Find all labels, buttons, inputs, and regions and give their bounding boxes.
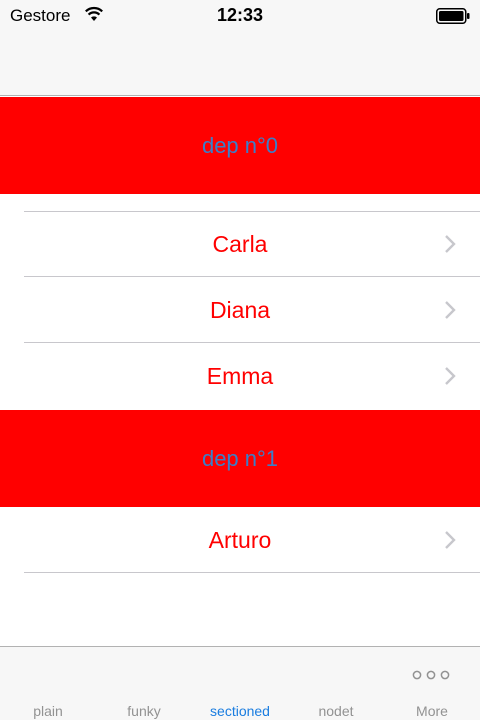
- tab-funky[interactable]: funky: [96, 647, 192, 720]
- battery-icon: [436, 8, 470, 24]
- chevron-right-icon: [445, 367, 456, 385]
- tab-nodet[interactable]: nodet: [288, 647, 384, 720]
- chevron-right-icon: [445, 301, 456, 319]
- tab-label: funky: [127, 703, 161, 719]
- screen: Gestore 12:33 dep n°0 Carla Diana Emma d…: [0, 0, 480, 720]
- status-bar: Gestore 12:33: [0, 0, 480, 32]
- section-header-dep-1: dep n°1: [0, 410, 480, 507]
- row-label: Diana: [209, 296, 271, 323]
- tab-plain[interactable]: plain: [0, 647, 96, 720]
- navigation-bar: Gestore 12:33: [0, 0, 480, 96]
- table-row-emma[interactable]: Emma: [0, 343, 480, 409]
- table-row-diana[interactable]: Diana: [0, 277, 480, 343]
- tab-label: plain: [33, 703, 63, 719]
- clock: 12:33: [216, 5, 264, 25]
- more-dots-icon: [412, 670, 450, 680]
- tab-more[interactable]: More: [384, 647, 480, 720]
- section-header-dep-0: dep n°0: [0, 97, 480, 194]
- tab-label: sectioned: [210, 703, 270, 719]
- table-row-arturo[interactable]: Arturo: [0, 507, 480, 573]
- row-separator: [24, 572, 480, 573]
- row-label: Arturo: [208, 526, 272, 553]
- table-row-carla[interactable]: Carla: [0, 211, 480, 277]
- tab-label: More: [416, 703, 448, 719]
- row-label: Carla: [212, 230, 268, 257]
- chevron-right-icon: [445, 235, 456, 253]
- tab-bar: plain funky sectioned nodet More: [0, 646, 480, 720]
- section-header-label: dep n°0: [201, 132, 279, 158]
- tab-label: nodet: [318, 703, 354, 719]
- tab-sectioned[interactable]: sectioned: [192, 647, 288, 720]
- section-header-label: dep n°1: [201, 445, 279, 471]
- row-label: Emma: [206, 362, 274, 389]
- chevron-right-icon: [445, 531, 456, 549]
